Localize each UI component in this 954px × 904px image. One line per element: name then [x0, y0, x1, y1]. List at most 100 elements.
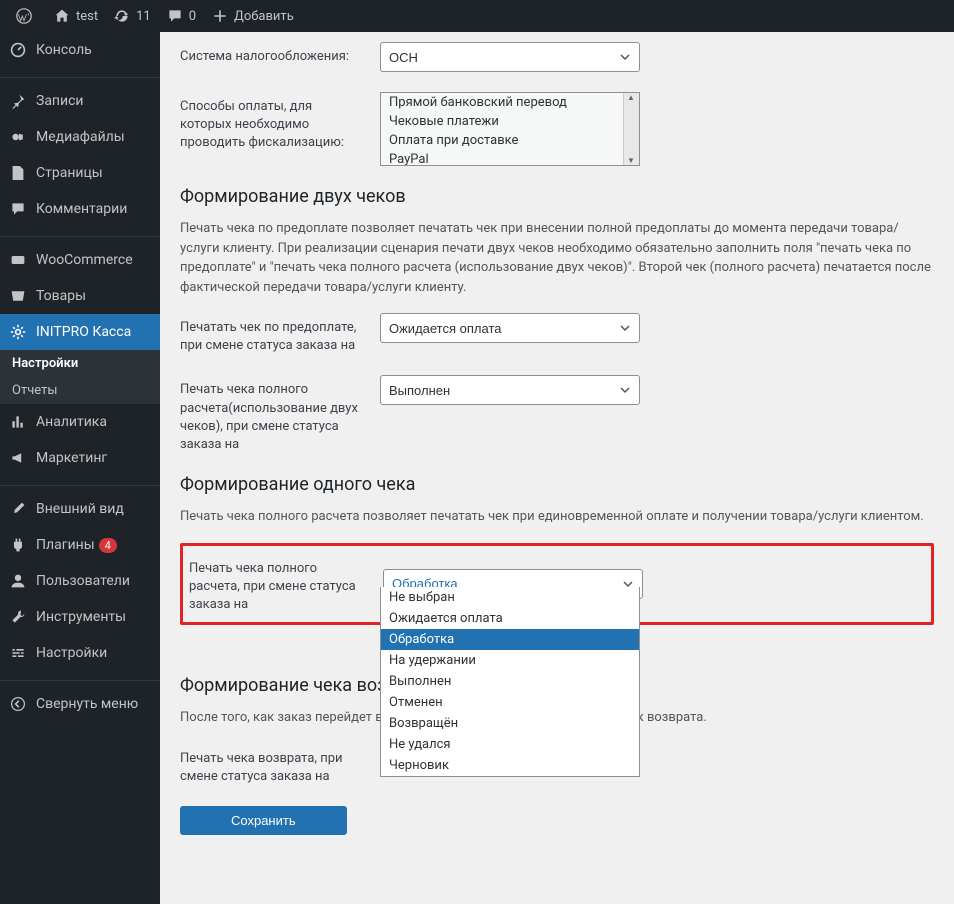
sidebar-label: Плагины: [36, 537, 95, 553]
menu-separator: [0, 481, 160, 486]
sidebar-label: Маркетинг: [36, 450, 107, 466]
admin-sidebar: Консоль Записи Медиафайлы Страницы Комме…: [0, 32, 160, 904]
dashboard-icon: [8, 40, 28, 60]
woo-icon: [8, 250, 28, 270]
dropdown-option[interactable]: Отменен: [381, 692, 639, 713]
full-check-one-label: Печать чека полного расчета, при смене с…: [189, 554, 383, 615]
section-two-checks-desc: Печать чека по предоплате позволяет печа…: [180, 219, 934, 297]
main-content: Система налогообложения: ОСН Способы опл…: [160, 32, 954, 875]
updates-count: 11: [136, 9, 151, 24]
user-icon: [8, 571, 28, 591]
sidebar-item-collapse[interactable]: Свернуть меню: [0, 686, 160, 722]
sidebar-item-marketing[interactable]: Маркетинг: [0, 440, 160, 476]
sidebar-label: Настройки: [36, 645, 107, 661]
pin-icon: [8, 91, 28, 111]
dropdown-option[interactable]: На удержании: [381, 650, 639, 671]
chart-icon: [8, 412, 28, 432]
full-check-two-select[interactable]: Выполнен: [380, 375, 640, 405]
sidebar-label: Инструменты: [36, 609, 126, 625]
sidebar-label: Записи: [36, 93, 84, 109]
sidebar-item-appearance[interactable]: Внешний вид: [0, 491, 160, 527]
refresh-icon: [114, 8, 130, 24]
payment-methods-row: Способы оплаты, для которых необходимо п…: [180, 92, 934, 166]
multiselect-option[interactable]: Чековые платежи: [381, 112, 639, 131]
plugins-badge: 4: [99, 538, 117, 553]
menu-separator: [0, 676, 160, 681]
dropdown-option[interactable]: Возвращён: [381, 713, 639, 734]
sidebar-label: INITPRO Касса: [36, 324, 131, 340]
sidebar-label: Пользователи: [36, 573, 130, 589]
comments-link[interactable]: 0: [159, 0, 204, 32]
comments-count: 0: [189, 9, 196, 24]
sidebar-item-woocommerce[interactable]: WooCommerce: [0, 242, 160, 278]
plus-icon: [212, 8, 228, 24]
site-name-text: test: [76, 9, 98, 24]
dropdown-option[interactable]: Не выбран: [381, 587, 639, 608]
tax-system-select[interactable]: ОСН: [380, 42, 640, 72]
sidebar-item-users[interactable]: Пользователи: [0, 563, 160, 599]
scrollbar[interactable]: [623, 93, 639, 165]
sidebar-label: Комментарии: [36, 201, 127, 217]
sidebar-item-initpro[interactable]: INITPRO Касса: [0, 314, 160, 350]
submenu-item-reports[interactable]: Отчеты: [0, 377, 160, 404]
sidebar-item-products[interactable]: Товары: [0, 278, 160, 314]
dropdown-option[interactable]: Ожидается оплата: [381, 608, 639, 629]
dropdown-option[interactable]: Выполнен: [381, 671, 639, 692]
menu-separator: [0, 232, 160, 237]
full-check-two-row: Печать чека полного расчета(использовани…: [180, 375, 934, 454]
menu-separator: [0, 73, 160, 78]
sidebar-item-comments[interactable]: Комментарии: [0, 191, 160, 227]
sidebar-label: Товары: [36, 288, 86, 304]
admin-bar: test 11 0 Добавить: [0, 0, 954, 32]
collapse-icon: [8, 694, 28, 714]
tax-system-label: Система налогообложения:: [180, 42, 380, 66]
multiselect-option[interactable]: Оплата при доставке: [381, 131, 639, 150]
sidebar-label: Свернуть меню: [36, 696, 138, 712]
sidebar-item-analytics[interactable]: Аналитика: [0, 404, 160, 440]
section-two-checks-title: Формирование двух чеков: [180, 186, 934, 207]
comment-icon: [167, 8, 183, 24]
comment-icon: [8, 199, 28, 219]
sidebar-item-plugins[interactable]: Плагины 4: [0, 527, 160, 563]
wp-logo[interactable]: [8, 0, 46, 32]
megaphone-icon: [8, 448, 28, 468]
wrench-icon: [8, 607, 28, 627]
full-check-two-label: Печать чека полного расчета(использовани…: [180, 375, 380, 454]
sidebar-label: WooCommerce: [36, 252, 133, 268]
site-name-link[interactable]: test: [46, 0, 106, 32]
sidebar-label: Консоль: [36, 42, 92, 58]
sidebar-label: Страницы: [36, 165, 103, 181]
sidebar-item-posts[interactable]: Записи: [0, 83, 160, 119]
sidebar-item-media[interactable]: Медиафайлы: [0, 119, 160, 155]
section-one-check-title: Формирование одного чека: [180, 474, 934, 495]
prepay-check-select[interactable]: Ожидается оплата: [380, 313, 640, 343]
dropdown-option[interactable]: Не удался: [381, 734, 639, 755]
sidebar-label: Внешний вид: [36, 501, 124, 517]
full-check-one-dropdown: Не выбран Ожидается оплата Обработка На …: [380, 587, 640, 777]
sidebar-item-pages[interactable]: Страницы: [0, 155, 160, 191]
refund-check-label: Печать чека возврата, при смене статуса …: [180, 744, 380, 786]
sidebar-item-dashboard[interactable]: Консоль: [0, 32, 160, 68]
sidebar-item-settings[interactable]: Настройки: [0, 635, 160, 671]
prepay-check-label: Печатать чек по предоплате, при смене ст…: [180, 313, 380, 355]
sidebar-item-tools[interactable]: Инструменты: [0, 599, 160, 635]
submenu-item-settings[interactable]: Настройки: [0, 350, 160, 377]
multiselect-option[interactable]: PayPal: [381, 150, 639, 166]
section-one-check-desc: Печать чека полного расчета позволяет пе…: [180, 507, 934, 527]
add-new-link[interactable]: Добавить: [204, 0, 302, 32]
page-icon: [8, 163, 28, 183]
multiselect-option[interactable]: Прямой банковский перевод: [381, 93, 639, 112]
payment-methods-label: Способы оплаты, для которых необходимо п…: [180, 92, 380, 153]
wordpress-icon: [16, 8, 32, 24]
product-icon: [8, 286, 28, 306]
tax-system-row: Система налогообложения: ОСН: [180, 42, 934, 72]
sidebar-label: Медиафайлы: [36, 129, 125, 145]
prepay-check-row: Печатать чек по предоплате, при смене ст…: [180, 313, 934, 355]
dropdown-option[interactable]: Черновик: [381, 755, 639, 776]
dropdown-option-selected[interactable]: Обработка: [381, 629, 639, 650]
save-button[interactable]: Сохранить: [180, 806, 347, 835]
plugin-icon: [8, 535, 28, 555]
sliders-icon: [8, 643, 28, 663]
payment-methods-multiselect[interactable]: Прямой банковский перевод Чековые платеж…: [380, 92, 640, 166]
updates-link[interactable]: 11: [106, 0, 159, 32]
